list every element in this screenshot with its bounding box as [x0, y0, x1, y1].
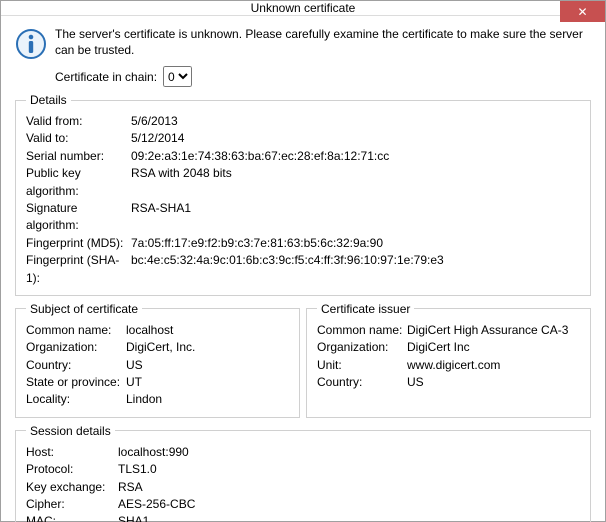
- label-issuer-cn: Common name:: [317, 322, 407, 339]
- label-pubkey: Public key algorithm:: [26, 165, 131, 200]
- value-fp-sha1: bc:4e:c5:32:4a:9c:01:6b:c3:9c:f5:c4:ff:3…: [131, 252, 444, 287]
- value-pubkey: RSA with 2048 bits: [131, 165, 232, 200]
- value-sigalg: RSA-SHA1: [131, 200, 191, 235]
- label-subject-country: Country:: [26, 357, 126, 374]
- value-subject-locality: Lindon: [126, 391, 162, 408]
- dialog-content: The server's certificate is unknown. Ple…: [1, 16, 605, 522]
- session-legend: Session details: [26, 424, 115, 438]
- value-issuer-org: DigiCert Inc: [407, 339, 470, 356]
- value-proto: TLS1.0: [118, 461, 157, 478]
- label-issuer-country: Country:: [317, 374, 407, 391]
- value-kex: RSA: [118, 479, 143, 496]
- value-subject-country: US: [126, 357, 143, 374]
- label-fp-md5: Fingerprint (MD5):: [26, 235, 131, 252]
- label-mac: MAC:: [26, 513, 118, 522]
- label-subject-state: State or province:: [26, 374, 126, 391]
- subject-issuer-row: Subject of certificate Common name:local…: [15, 302, 591, 424]
- details-legend: Details: [26, 93, 71, 107]
- value-host: localhost:990: [118, 444, 189, 461]
- label-valid-from: Valid from:: [26, 113, 131, 130]
- label-valid-to: Valid to:: [26, 130, 131, 147]
- chain-row: Certificate in chain: 0: [55, 66, 591, 87]
- details-group: Details Valid from:5/6/2013 Valid to:5/1…: [15, 93, 591, 296]
- value-subject-state: UT: [126, 374, 142, 391]
- label-issuer-org: Organization:: [317, 339, 407, 356]
- dialog-window: Unknown certificate ✕ The server's certi…: [0, 0, 606, 522]
- value-serial: 09:2e:a3:1e:74:38:63:ba:67:ec:28:ef:8a:1…: [131, 148, 389, 165]
- subject-group: Subject of certificate Common name:local…: [15, 302, 300, 418]
- value-subject-org: DigiCert, Inc.: [126, 339, 195, 356]
- value-issuer-country: US: [407, 374, 424, 391]
- label-host: Host:: [26, 444, 118, 461]
- value-issuer-cn: DigiCert High Assurance CA-3: [407, 322, 568, 339]
- value-subject-cn: localhost: [126, 322, 173, 339]
- window-title: Unknown certificate: [1, 1, 605, 15]
- message-row: The server's certificate is unknown. Ple…: [15, 26, 591, 60]
- subject-legend: Subject of certificate: [26, 302, 142, 316]
- value-cipher: AES-256-CBC: [118, 496, 195, 513]
- label-subject-cn: Common name:: [26, 322, 126, 339]
- value-issuer-unit: www.digicert.com: [407, 357, 500, 374]
- label-subject-org: Organization:: [26, 339, 126, 356]
- label-cipher: Cipher:: [26, 496, 118, 513]
- value-valid-to: 5/12/2014: [131, 130, 184, 147]
- session-group: Session details Host:localhost:990 Proto…: [15, 424, 591, 522]
- value-mac: SHA1: [118, 513, 149, 522]
- label-fp-sha1: Fingerprint (SHA-1):: [26, 252, 131, 287]
- label-kex: Key exchange:: [26, 479, 118, 496]
- issuer-group: Certificate issuer Common name:DigiCert …: [306, 302, 591, 418]
- value-valid-from: 5/6/2013: [131, 113, 178, 130]
- warning-message: The server's certificate is unknown. Ple…: [55, 26, 591, 58]
- titlebar: Unknown certificate ✕: [1, 1, 605, 16]
- label-subject-locality: Locality:: [26, 391, 126, 408]
- chain-select[interactable]: 0: [163, 66, 192, 87]
- info-icon: [15, 28, 47, 60]
- label-issuer-unit: Unit:: [317, 357, 407, 374]
- issuer-legend: Certificate issuer: [317, 302, 414, 316]
- close-button[interactable]: ✕: [560, 1, 605, 22]
- value-fp-md5: 7a:05:ff:17:e9:f2:b9:c3:7e:81:63:b5:6c:3…: [131, 235, 383, 252]
- chain-label: Certificate in chain:: [55, 70, 157, 84]
- label-serial: Serial number:: [26, 148, 131, 165]
- label-sigalg: Signature algorithm:: [26, 200, 131, 235]
- close-icon: ✕: [577, 5, 587, 19]
- label-proto: Protocol:: [26, 461, 118, 478]
